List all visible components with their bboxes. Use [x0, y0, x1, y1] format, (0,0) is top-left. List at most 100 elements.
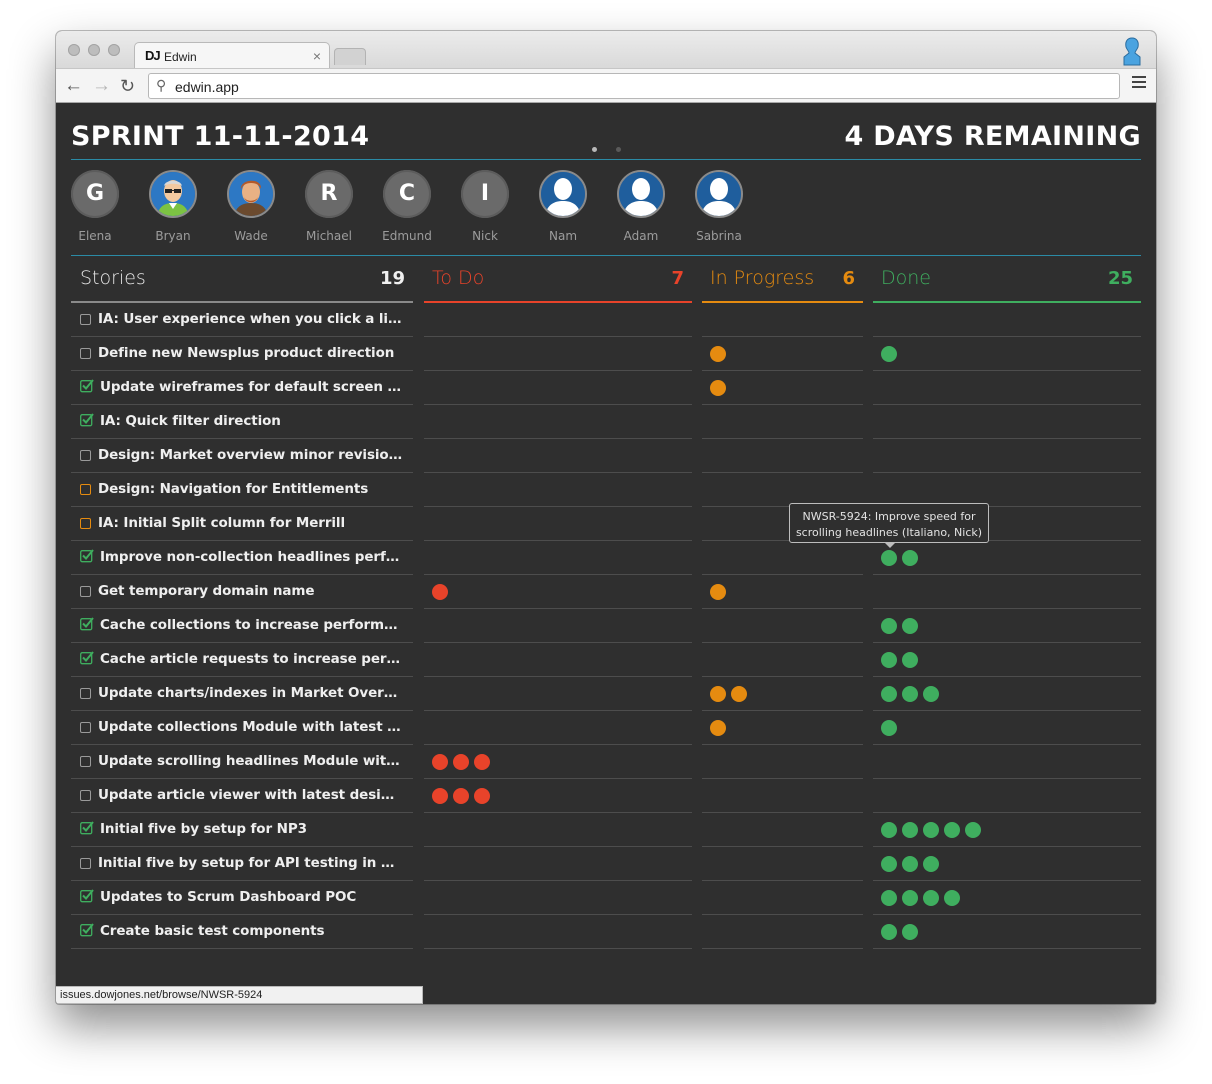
hamburger-menu-icon[interactable]: [1132, 76, 1146, 91]
zoom-window-button[interactable]: [108, 44, 120, 56]
avatar[interactable]: G: [71, 170, 119, 218]
task-dot[interactable]: [710, 584, 726, 600]
story-cell[interactable]: Update wireframes for default screen and…: [71, 371, 413, 405]
story-cell[interactable]: Design: Navigation for Entitlements: [71, 473, 413, 507]
story-cell[interactable]: Initial five by setup for NP3: [71, 813, 413, 847]
story-row[interactable]: Initial five by setup for API testing in…: [71, 847, 1141, 881]
unchecked-checkbox-icon[interactable]: [80, 586, 91, 597]
team-member[interactable]: Nam: [524, 170, 602, 243]
story-row[interactable]: Update collections Module with latest de…: [71, 711, 1141, 745]
task-dot[interactable]: [944, 822, 960, 838]
team-member[interactable]: I Nick: [446, 170, 524, 243]
unchecked-checkbox-icon[interactable]: [80, 756, 91, 767]
story-cell[interactable]: Cache article requests to increase perfo…: [71, 643, 413, 677]
unchecked-checkbox-icon[interactable]: [80, 314, 91, 325]
team-member[interactable]: R Michael: [290, 170, 368, 243]
team-member[interactable]: Bryan: [134, 170, 212, 243]
story-cell[interactable]: Get temporary domain name: [71, 575, 413, 609]
task-dot[interactable]: [944, 890, 960, 906]
avatar-photo[interactable]: [617, 170, 665, 218]
story-cell[interactable]: Initial five by setup for API testing in…: [71, 847, 413, 881]
profile-person-icon[interactable]: [1122, 36, 1142, 66]
team-member[interactable]: G Elena: [56, 170, 134, 243]
task-dot[interactable]: [902, 618, 918, 634]
new-tab-button[interactable]: [334, 48, 366, 65]
story-title[interactable]: Create basic test components: [100, 923, 405, 939]
avatar-photo[interactable]: [227, 170, 275, 218]
team-member[interactable]: C Edmund: [368, 170, 446, 243]
task-dot[interactable]: [923, 890, 939, 906]
task-dot[interactable]: [881, 652, 897, 668]
story-title[interactable]: Update article viewer with latest design…: [98, 787, 403, 803]
task-dot[interactable]: [881, 550, 897, 566]
checked-checkbox-icon[interactable]: [80, 617, 94, 631]
close-window-button[interactable]: [68, 44, 80, 56]
story-row[interactable]: Get temporary domain name: [71, 575, 1141, 609]
avatar-photo[interactable]: [149, 170, 197, 218]
avatar[interactable]: C: [383, 170, 431, 218]
task-dot[interactable]: [881, 890, 897, 906]
checked-checkbox-icon[interactable]: [80, 413, 94, 427]
story-cell[interactable]: Update article viewer with latest design…: [71, 779, 413, 813]
story-title[interactable]: Updates to Scrum Dashboard POC: [100, 889, 405, 905]
task-dot[interactable]: [881, 822, 897, 838]
story-title[interactable]: Update scrolling headlines Module with l…: [98, 753, 403, 769]
team-member[interactable]: Adam: [602, 170, 680, 243]
page-indicator[interactable]: [616, 147, 621, 152]
task-dot[interactable]: [710, 380, 726, 396]
task-dot[interactable]: [881, 720, 897, 736]
tab-close-icon[interactable]: ×: [313, 48, 321, 64]
task-dot[interactable]: [881, 346, 897, 362]
unchecked-checkbox-icon[interactable]: [80, 348, 91, 359]
task-dot[interactable]: [474, 754, 490, 770]
avatar[interactable]: R: [305, 170, 353, 218]
task-dot[interactable]: [902, 856, 918, 872]
task-dot[interactable]: [902, 890, 918, 906]
task-dot[interactable]: [731, 686, 747, 702]
story-cell[interactable]: Create basic test components: [71, 915, 413, 949]
story-title[interactable]: Design: Market overview minor revisions: [98, 447, 403, 463]
story-cell[interactable]: IA: Quick filter direction: [71, 405, 413, 439]
url-text[interactable]: edwin.app: [175, 79, 239, 95]
story-row[interactable]: Define new Newsplus product direction: [71, 337, 1141, 371]
story-cell[interactable]: IA: User experience when you click a lin…: [71, 303, 413, 337]
story-title[interactable]: Design: Navigation for Entitlements: [98, 481, 403, 497]
story-row[interactable]: Create basic test components: [71, 915, 1141, 949]
story-row[interactable]: Design: Navigation for Entitlements: [71, 473, 1141, 507]
unchecked-checkbox-icon[interactable]: [80, 858, 91, 869]
task-dot[interactable]: [881, 686, 897, 702]
story-row[interactable]: Update charts/indexes in Market Overview…: [71, 677, 1141, 711]
task-dot[interactable]: [902, 822, 918, 838]
story-cell[interactable]: Improve non-collection headlines perform…: [71, 541, 413, 575]
forward-arrow-icon[interactable]: →: [92, 74, 111, 98]
story-title[interactable]: Initial five by setup for API testing in…: [98, 855, 403, 871]
task-dot[interactable]: [902, 924, 918, 940]
story-title[interactable]: Initial five by setup for NP3: [100, 821, 405, 837]
story-cell[interactable]: Design: Market overview minor revisions: [71, 439, 413, 473]
story-row[interactable]: Update wireframes for default screen and…: [71, 371, 1141, 405]
story-title[interactable]: Update charts/indexes in Market Overview…: [98, 685, 403, 701]
avatar-photo[interactable]: [539, 170, 587, 218]
task-dot[interactable]: [710, 346, 726, 362]
avatar-photo[interactable]: [695, 170, 743, 218]
task-dot[interactable]: [432, 754, 448, 770]
task-dot[interactable]: [923, 856, 939, 872]
story-cell[interactable]: Cache collections to increase performanc…: [71, 609, 413, 643]
unchecked-checkbox-icon[interactable]: [80, 688, 91, 699]
task-dot[interactable]: [432, 584, 448, 600]
unchecked-checkbox-icon[interactable]: [80, 722, 91, 733]
back-arrow-icon[interactable]: ←: [64, 74, 83, 98]
reload-icon[interactable]: ↻: [120, 74, 135, 98]
in-progress-checkbox-icon[interactable]: [80, 518, 91, 529]
story-row[interactable]: Design: Market overview minor revisions: [71, 439, 1141, 473]
team-member[interactable]: Sabrina: [680, 170, 758, 243]
story-row[interactable]: IA: User experience when you click a lin…: [71, 303, 1141, 337]
task-dot[interactable]: [923, 822, 939, 838]
story-title[interactable]: IA: User experience when you click a lin…: [98, 311, 403, 327]
story-cell[interactable]: Define new Newsplus product direction: [71, 337, 413, 371]
task-dot[interactable]: [881, 924, 897, 940]
checked-checkbox-icon[interactable]: [80, 889, 94, 903]
checked-checkbox-icon[interactable]: [80, 549, 94, 563]
story-title[interactable]: Cache article requests to increase perfo…: [100, 651, 405, 667]
story-cell[interactable]: Update collections Module with latest de…: [71, 711, 413, 745]
